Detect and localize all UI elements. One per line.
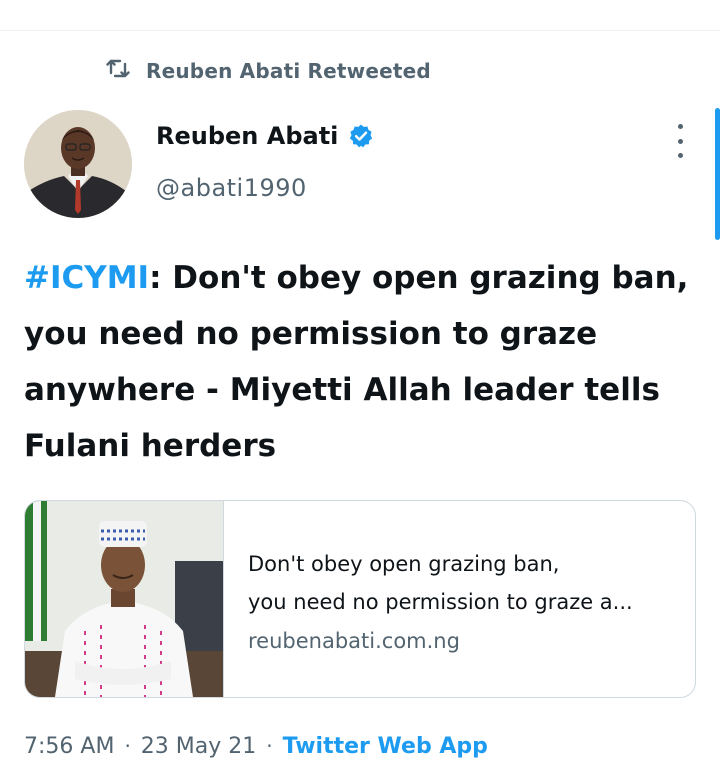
link-preview-domain: reubenabati.com.ng bbox=[248, 629, 460, 653]
meta-separator-2: · bbox=[266, 734, 273, 758]
author-name-row[interactable]: Reuben Abati bbox=[156, 122, 374, 150]
tweet-text: #ICYMI: Don't obey open grazing ban, you… bbox=[24, 250, 704, 474]
hashtag-link[interactable]: #ICYMI bbox=[24, 260, 149, 296]
author-name[interactable]: Reuben Abati bbox=[156, 122, 338, 150]
meta-separator: · bbox=[124, 734, 131, 758]
link-preview-image bbox=[25, 501, 224, 697]
scrollbar-thumb[interactable] bbox=[715, 108, 720, 240]
retweet-label: Reuben Abati Retweeted bbox=[146, 59, 431, 83]
top-divider bbox=[0, 0, 720, 31]
retweet-context[interactable]: Reuben Abati Retweeted bbox=[106, 58, 431, 84]
link-preview-title-line2: you need no permission to graze a... bbox=[248, 590, 633, 614]
avatar[interactable] bbox=[24, 110, 132, 218]
tweet-metadata: 7:56 AM · 23 May 21 · Twitter Web App bbox=[24, 728, 488, 764]
verified-badge-icon bbox=[348, 123, 374, 149]
link-preview-title-line1: Don't obey open grazing ban, bbox=[248, 552, 560, 576]
link-preview-text[interactable]: Don't obey open grazing ban, you need no… bbox=[224, 501, 695, 697]
tweet-date[interactable]: 23 May 21 bbox=[141, 734, 256, 759]
link-preview-card[interactable]: Don't obey open grazing ban, you need no… bbox=[24, 500, 696, 698]
tweet-source-link[interactable]: Twitter Web App bbox=[283, 734, 488, 759]
more-options-icon[interactable] bbox=[670, 124, 690, 158]
author-handle[interactable]: @abati1990 bbox=[156, 174, 307, 202]
tweet-time[interactable]: 7:56 AM bbox=[24, 734, 114, 759]
retweet-icon bbox=[106, 58, 132, 84]
